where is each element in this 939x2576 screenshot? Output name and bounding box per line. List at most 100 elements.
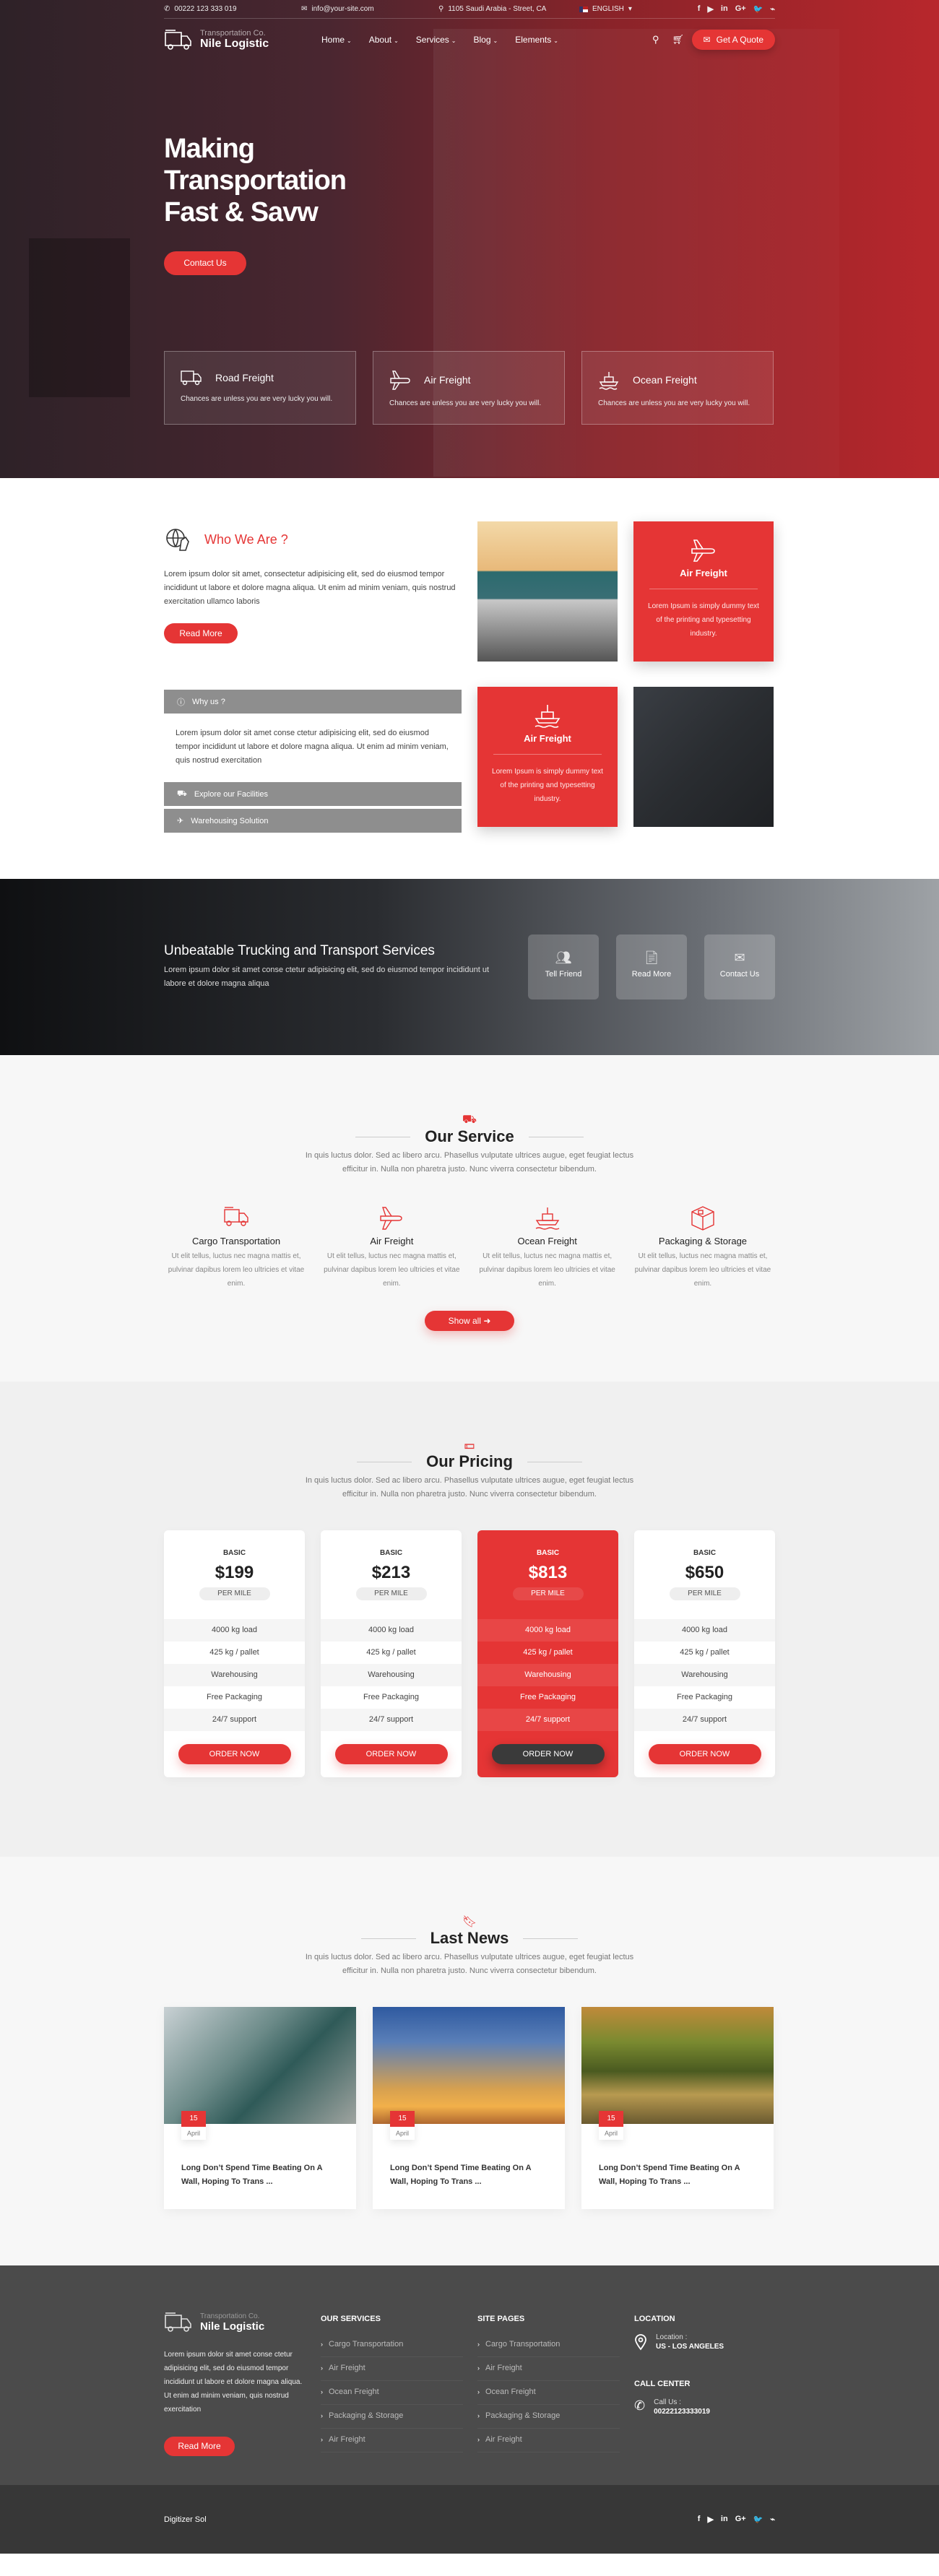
linkedin-icon[interactable]: in (721, 2515, 728, 2524)
news-card[interactable]: 15 April Long Don’t Spend Time Beating On… (581, 2007, 774, 2209)
footer-read-more-button[interactable]: Read More (164, 2437, 235, 2456)
banner-contact-button[interactable]: ✉ Contact Us (704, 934, 775, 999)
chevron-right-icon: › (321, 2412, 323, 2419)
footer: Transportation Co. Nile Logistic Lorem ip… (0, 2265, 939, 2485)
facebook-icon[interactable]: f (698, 2515, 701, 2524)
news-card[interactable]: 15 April Long Don’t Spend Time Beating On… (164, 2007, 356, 2209)
flag-us-icon (579, 6, 588, 12)
services-title: Our Service (425, 1127, 514, 1145)
cta-banner: Unbeatable Trucking and Transport Servic… (0, 879, 939, 1055)
order-now-button[interactable]: ORDER NOW (491, 1744, 605, 1764)
truck-icon (165, 2312, 191, 2332)
plan-tier: BASIC (222, 1549, 246, 1557)
plan-tier: BASIC (693, 1549, 717, 1557)
feature-card-ocean-freight[interactable]: Ocean Freight Chances are unless you are… (581, 351, 774, 425)
plane-icon (380, 1207, 403, 1230)
ship-icon (599, 372, 619, 390)
chevron-right-icon: › (477, 2412, 480, 2419)
topbar-address: ⚲ 1105 Saudi Arabia - Street, CA (438, 5, 547, 13)
footer-link[interactable]: › Cargo Transportation (321, 2333, 463, 2357)
order-now-button[interactable]: ORDER NOW (178, 1744, 291, 1764)
news-card[interactable]: 15 April Long Don’t Spend Time Beating On… (373, 2007, 565, 2209)
youtube-icon[interactable]: ▶ (707, 4, 713, 14)
pricing-section: 💵︎ Our Pricing In quis luctus dolor. Sed… (0, 1382, 939, 1857)
footer-link[interactable]: › Ocean Freight (477, 2381, 620, 2405)
truck-icon: ⛟ (177, 789, 187, 798)
order-now-button[interactable]: ORDER NOW (648, 1744, 761, 1764)
nav-item-about[interactable]: About ⌄ (369, 35, 399, 45)
accordion-item-why-us[interactable]: ⓘ Why us ? (164, 690, 462, 714)
banner-read-more-button[interactable]: 📄︎ Read More (616, 934, 687, 999)
service-item[interactable]: Air Freight Ut elit tellus, luctus nec ma… (319, 1205, 464, 1291)
money-icon: 💵︎ (464, 1439, 475, 1452)
search-icon[interactable]: ⚲ (652, 34, 659, 45)
twitter-icon[interactable]: 🐦 (753, 2515, 763, 2524)
tile-ocean-freight[interactable]: Air Freight Lorem Ipsum is simply dummy t… (477, 686, 618, 827)
footer-link[interactable]: › Air Freight (321, 2429, 463, 2453)
rss-icon[interactable]: ⌁ (770, 2515, 775, 2524)
feature-card-air-freight[interactable]: Air Freight Chances are unless you are v… (373, 351, 565, 425)
linkedin-icon[interactable]: in (721, 4, 728, 14)
service-item[interactable]: Ocean Freight Ut elit tellus, luctus nec … (475, 1205, 620, 1291)
news-image (164, 2007, 356, 2124)
plan-unit: PER MILE (669, 1587, 740, 1600)
topbar-phone[interactable]: ✆ 00222 123 333 019 (164, 5, 301, 13)
footer-link[interactable]: › Air Freight (321, 2357, 463, 2381)
tell-friend-button[interactable]: 👥︎ Tell Friend (528, 934, 599, 999)
topbar-email[interactable]: ✉ info@your-site.com (301, 5, 438, 13)
footer-link[interactable]: › Packaging & Storage (477, 2405, 620, 2429)
tile-air-freight[interactable]: Air Freight Lorem Ipsum is simply dummy t… (633, 521, 774, 662)
footer-logo[interactable]: Transportation Co. Nile Logistic (164, 2312, 321, 2333)
truck-icon (181, 370, 202, 386)
get-quote-button[interactable]: ✉ Get A Quote (691, 30, 775, 50)
truck-night-image (633, 686, 774, 827)
footer-site-pages: SITE PAGES › Cargo Transportation › Air Fr… (477, 2312, 634, 2456)
nav-item-home[interactable]: Home ⌄ (321, 35, 352, 45)
plan-feature: 4000 kg load (321, 1619, 462, 1642)
language-selector[interactable]: ENGLISH ▾ (579, 5, 698, 13)
contact-us-button[interactable]: Contact Us (164, 251, 246, 275)
chevron-down-icon: ⌄ (451, 38, 456, 44)
logo[interactable]: Transportation Co. Nile Logistic (164, 28, 321, 51)
news-image (373, 2007, 565, 2124)
accordion-item-warehousing[interactable]: ✈ Warehousing Solution (164, 809, 462, 833)
footer-link[interactable]: › Cargo Transportation (477, 2333, 620, 2357)
mail-icon: ✉ (734, 950, 745, 965)
map-pin-icon (635, 2334, 646, 2351)
footer-link[interactable]: › Air Freight (477, 2357, 620, 2381)
youtube-icon[interactable]: ▶ (707, 2515, 713, 2524)
top-bar: ✆ 00222 123 333 019 ✉ info@your-site.com ⚲… (164, 0, 775, 19)
plan-feature: Warehousing (634, 1664, 775, 1686)
rss-icon[interactable]: ⌁ (770, 4, 775, 14)
plan-unit: PER MILE (512, 1587, 584, 1600)
footer-link[interactable]: › Ocean Freight (321, 2381, 463, 2405)
nav-item-services[interactable]: Services ⌄ (416, 35, 456, 45)
footer-link[interactable]: › Packaging & Storage (321, 2405, 463, 2429)
order-now-button[interactable]: ORDER NOW (334, 1744, 448, 1764)
plan-feature: Free Packaging (477, 1686, 618, 1709)
nav-item-blog[interactable]: Blog ⌄ (474, 35, 498, 45)
footer-link[interactable]: › Air Freight (477, 2429, 620, 2453)
pricing-card: BASIC $213 PER MILE 4000 kg load 425 kg /… (321, 1530, 462, 1777)
service-item[interactable]: Packaging & Storage Ut elit tellus, luctu… (631, 1205, 775, 1291)
chevron-right-icon: › (477, 2341, 480, 2348)
pricing-card: BASIC $199 PER MILE 4000 kg load 425 kg /… (164, 1530, 305, 1777)
copyright: Digitizer Sol (164, 2515, 207, 2524)
twitter-icon[interactable]: 🐦 (753, 4, 763, 14)
banner-title: Unbeatable Trucking and Transport Servic… (164, 943, 435, 958)
chevron-right-icon: › (477, 2388, 480, 2395)
feature-card-road-freight[interactable]: Road Freight Chances are unless you are … (164, 351, 356, 425)
plan-feature: 4000 kg load (477, 1619, 618, 1642)
show-all-button[interactable]: Show all ➜ (425, 1311, 514, 1331)
news-date: 15 April (181, 2111, 206, 2140)
accordion-item-facilities[interactable]: ⛟ Explore our Facilities (164, 782, 462, 806)
chevron-right-icon: › (477, 2364, 480, 2372)
google-plus-icon[interactable]: G+ (735, 2515, 746, 2524)
service-item[interactable]: Cargo Transportation Ut elit tellus, luct… (164, 1205, 308, 1291)
read-more-button[interactable]: Read More (164, 623, 238, 643)
ship-icon (535, 1207, 559, 1230)
google-plus-icon[interactable]: G+ (735, 4, 746, 14)
nav-item-elements[interactable]: Elements ⌄ (515, 35, 558, 45)
cart-icon[interactable]: 🛒︎ (672, 34, 684, 45)
facebook-icon[interactable]: f (698, 4, 701, 14)
